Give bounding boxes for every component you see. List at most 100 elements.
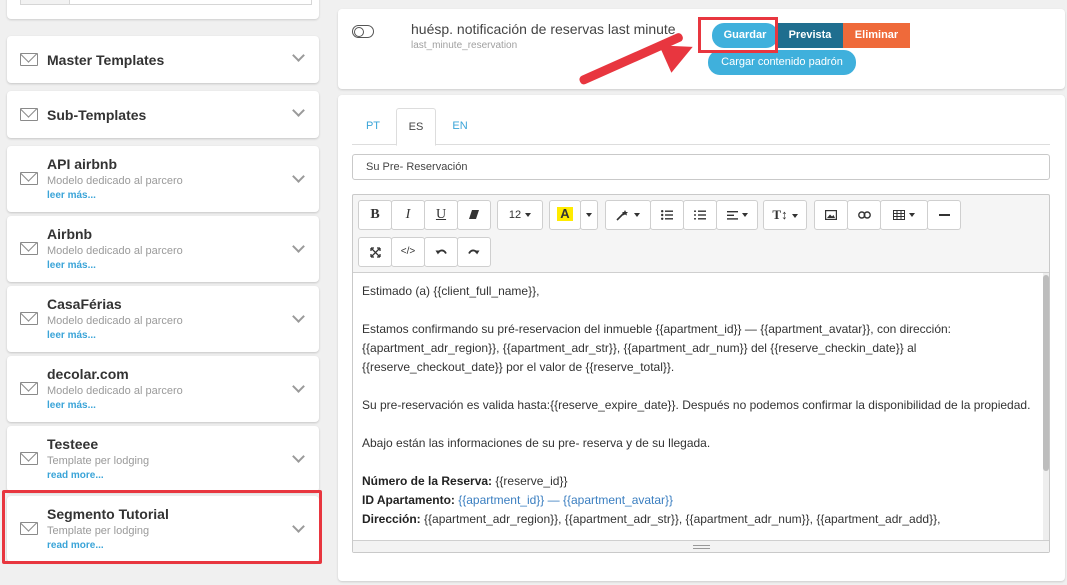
font-size-value: 12 bbox=[508, 209, 522, 221]
sidebar-item-title: Sub-Templates bbox=[47, 107, 147, 123]
horizontal-rule-button[interactable] bbox=[927, 200, 961, 230]
sidebar: Master Templates Sub-Templates API airbn… bbox=[0, 0, 326, 585]
read-more-link[interactable]: read more... bbox=[47, 470, 104, 481]
insert-image-button[interactable] bbox=[814, 200, 848, 230]
reserve-number-label: Número de la Reserva: bbox=[362, 474, 493, 488]
table-dropdown[interactable] bbox=[880, 200, 928, 230]
expiry-paragraph: Su pre-reservación es valida hasta:{{res… bbox=[362, 398, 1031, 412]
image-icon bbox=[825, 210, 838, 221]
chevron-down-icon[interactable] bbox=[292, 380, 305, 393]
address-label: Dirección: bbox=[362, 512, 421, 526]
sidebar-item-api-airbnb[interactable]: API airbnb Modelo dedicado al parcero le… bbox=[7, 146, 319, 212]
align-dropdown[interactable] bbox=[716, 200, 758, 230]
envelope-icon bbox=[20, 382, 38, 395]
tab-en[interactable]: EN bbox=[439, 108, 481, 145]
search-filter[interactable] bbox=[20, 0, 70, 5]
bold-button[interactable]: B bbox=[358, 200, 392, 230]
preview-button[interactable]: Prevista bbox=[777, 23, 843, 48]
style-dropdown[interactable] bbox=[605, 200, 651, 230]
fullscreen-icon bbox=[369, 246, 381, 258]
address-value: {{apartment_adr_region}}, {{apartment_ad… bbox=[420, 512, 941, 526]
search-input[interactable] bbox=[70, 0, 312, 5]
chevron-down-icon[interactable] bbox=[292, 104, 305, 117]
reserve-number-line: Número de la Reserva: {{reserve_id}} bbox=[362, 472, 1034, 491]
address-line: Dirección: {{apartment_adr_region}}, {{a… bbox=[362, 510, 1034, 529]
apartment-id-line: ID Apartamento: {{apartment_id}} — {{apa… bbox=[362, 491, 1034, 510]
sidebar-item-title: Testeee bbox=[47, 436, 99, 452]
redo-button[interactable] bbox=[457, 237, 491, 267]
fullscreen-button[interactable] bbox=[358, 237, 392, 267]
chevron-down-icon[interactable] bbox=[292, 450, 305, 463]
envelope-icon bbox=[20, 312, 38, 325]
sidebar-item-decolar[interactable]: decolar.com Modelo dedicado al parcero l… bbox=[7, 356, 319, 422]
sidebar-item-title: Airbnb bbox=[47, 226, 93, 242]
apartment-id-label: ID Apartamento: bbox=[362, 493, 455, 507]
load-default-content-button[interactable]: Cargar contenido padrón bbox=[708, 50, 856, 75]
sidebar-item-subtitle: Template per lodging bbox=[47, 455, 150, 467]
chevron-down-icon[interactable] bbox=[292, 170, 305, 183]
sidebar-item-subtitle: Modelo dedicado al parcero bbox=[47, 315, 183, 327]
bullet-list-button[interactable] bbox=[650, 200, 684, 230]
chevron-down-icon[interactable] bbox=[292, 49, 305, 62]
highlight-color-dropdown[interactable] bbox=[580, 200, 598, 230]
sidebar-item-sub-templates[interactable]: Sub-Templates bbox=[7, 91, 319, 138]
read-more-link[interactable]: leer más... bbox=[47, 330, 96, 341]
numbered-list-icon bbox=[694, 210, 706, 220]
active-toggle[interactable] bbox=[352, 25, 374, 38]
italic-button[interactable]: I bbox=[391, 200, 425, 230]
bullet-list-icon bbox=[661, 210, 673, 221]
magic-wand-icon bbox=[616, 210, 628, 221]
sidebar-search[interactable] bbox=[7, 0, 319, 19]
annotation-highlight-box bbox=[698, 17, 778, 53]
read-more-link[interactable]: leer más... bbox=[47, 400, 96, 411]
editor-content-area[interactable]: Estimado (a) {{client_full_name}}, Estam… bbox=[353, 272, 1049, 540]
font-size-dropdown[interactable]: 12 bbox=[497, 200, 543, 230]
annotation-highlight-box bbox=[2, 490, 322, 564]
horizontal-rule-icon bbox=[938, 214, 950, 217]
numbered-list-button[interactable] bbox=[683, 200, 717, 230]
editor-resize-handle[interactable] bbox=[353, 540, 1049, 552]
caret-icon bbox=[525, 213, 532, 218]
tab-es[interactable]: ES bbox=[396, 108, 436, 146]
envelope-icon bbox=[20, 53, 38, 66]
sidebar-item-title: Master Templates bbox=[47, 52, 165, 68]
sidebar-item-airbnb[interactable]: Airbnb Modelo dedicado al parcero leer m… bbox=[7, 216, 319, 282]
template-title: huésp. notificación de reservas last min… bbox=[411, 21, 676, 37]
eraser-icon bbox=[469, 210, 479, 220]
chevron-down-icon[interactable] bbox=[292, 310, 305, 323]
sidebar-item-testeee[interactable]: Testeee Template per lodging read more..… bbox=[7, 426, 319, 492]
caret-icon bbox=[634, 213, 640, 218]
text-height-icon: T↕ bbox=[772, 207, 788, 222]
eraser-button[interactable] bbox=[457, 200, 491, 230]
template-key: last_minute_reservation bbox=[411, 40, 518, 51]
delete-button[interactable]: Eliminar bbox=[843, 23, 910, 48]
read-more-link[interactable]: leer más... bbox=[47, 190, 96, 201]
sidebar-item-casaferias[interactable]: CasaFérias Modelo dedicado al parcero le… bbox=[7, 286, 319, 352]
caret-icon bbox=[741, 213, 748, 218]
link-icon bbox=[857, 211, 871, 219]
info-paragraph: Abajo están las informaciones de su pre-… bbox=[362, 436, 711, 450]
redo-icon bbox=[468, 249, 480, 255]
editor-scrollbar[interactable] bbox=[1043, 273, 1049, 540]
undo-icon bbox=[435, 249, 447, 255]
code-view-button[interactable]: </> bbox=[391, 237, 425, 267]
sidebar-item-title: API airbnb bbox=[47, 156, 118, 172]
chevron-down-icon[interactable] bbox=[292, 240, 305, 253]
subject-input[interactable]: Su Pre- Reservación bbox=[352, 154, 1050, 180]
sidebar-item-title: CasaFérias bbox=[47, 296, 122, 312]
tab-pt[interactable]: PT bbox=[352, 108, 394, 145]
read-more-link[interactable]: leer más... bbox=[47, 260, 96, 271]
align-left-icon bbox=[726, 210, 738, 220]
text-height-dropdown[interactable]: T↕ bbox=[763, 200, 807, 230]
highlight-letter: A bbox=[557, 207, 573, 221]
insert-link-button[interactable] bbox=[847, 200, 881, 230]
rich-text-editor: B I U 12 A T↕ </> Estimado (a) {{client_… bbox=[352, 194, 1050, 553]
underline-button[interactable]: U bbox=[424, 200, 458, 230]
envelope-icon bbox=[20, 452, 38, 465]
undo-button[interactable] bbox=[424, 237, 458, 267]
sidebar-item-master-templates[interactable]: Master Templates bbox=[7, 36, 319, 83]
caret-icon bbox=[791, 214, 798, 219]
highlight-color-button[interactable]: A bbox=[549, 200, 581, 230]
scrollbar-thumb[interactable] bbox=[1043, 275, 1049, 471]
language-tabs: PT ES EN bbox=[352, 108, 1050, 146]
